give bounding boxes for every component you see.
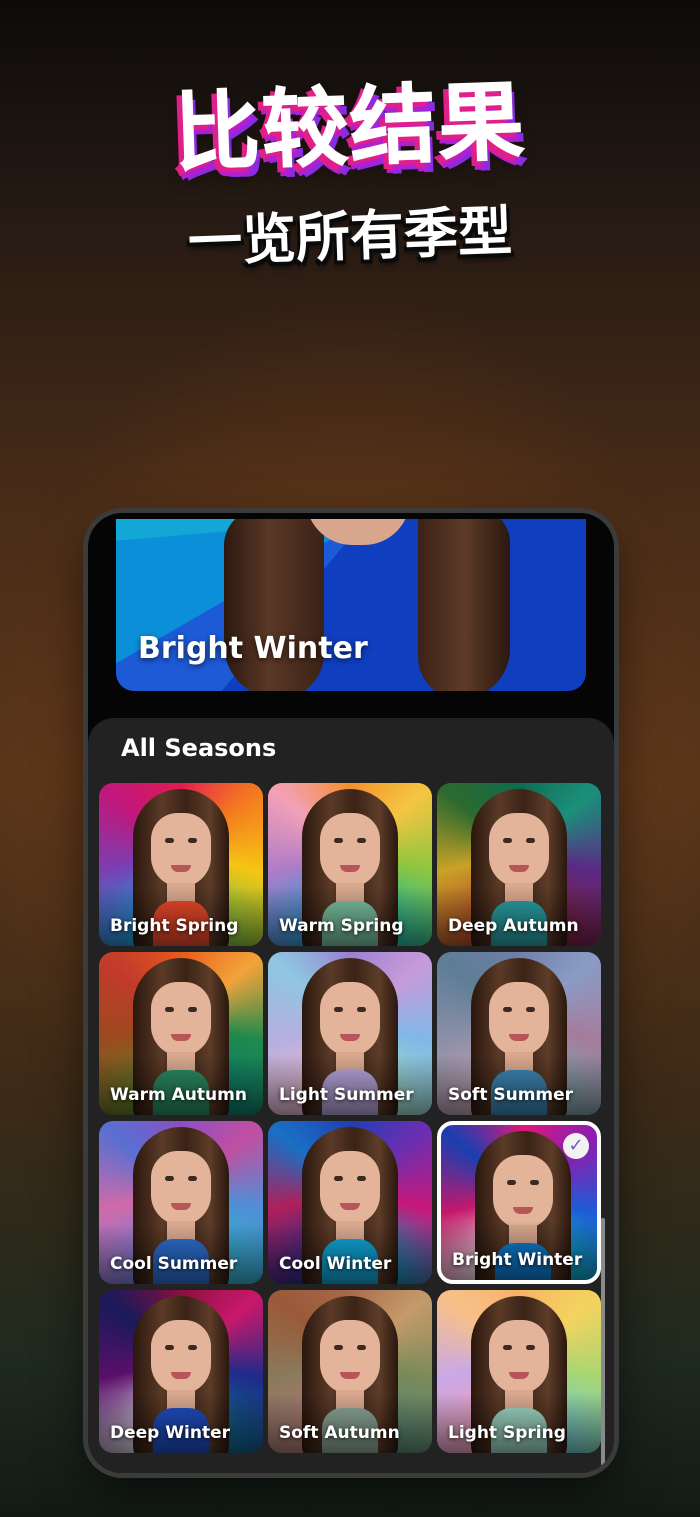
- season-tile-label: Light Spring: [448, 1423, 566, 1443]
- season-tile-label: Light Summer: [279, 1085, 414, 1105]
- season-tile[interactable]: Soft Autumn: [268, 1290, 432, 1453]
- promo-headline: 比较结果: [172, 71, 528, 185]
- season-face: [320, 982, 380, 1056]
- all-seasons-sheet: All Seasons Bright Spring Warm Spring Deep…: [88, 718, 614, 1473]
- eye-left: [503, 838, 512, 843]
- eye-left: [334, 838, 343, 843]
- eye-right: [188, 1345, 197, 1350]
- season-tile-label: Soft Autumn: [279, 1423, 400, 1443]
- season-face: [151, 1151, 211, 1225]
- season-tile[interactable]: Cool Summer: [99, 1121, 263, 1284]
- eye-left: [503, 1007, 512, 1012]
- eye-right: [188, 1007, 197, 1012]
- season-tile[interactable]: Warm Spring: [268, 783, 432, 946]
- eye-left: [165, 1176, 174, 1181]
- hero-season-label: Bright Winter: [138, 631, 368, 666]
- season-face: [151, 813, 211, 887]
- hero-hair-right: [418, 519, 510, 691]
- checkmark-icon: ✓: [563, 1133, 589, 1159]
- phone-frame: Bright Winter All Seasons Bright Spring W…: [88, 513, 614, 1473]
- season-face: [320, 1320, 380, 1394]
- season-tile[interactable]: Cool Winter: [268, 1121, 432, 1284]
- sheet-title: All Seasons: [121, 734, 277, 762]
- season-tile[interactable]: Deep Autumn: [437, 783, 601, 946]
- eye-right: [530, 1180, 539, 1185]
- season-tile-label: Cool Winter: [279, 1254, 392, 1274]
- season-tile-label: Soft Summer: [448, 1085, 574, 1105]
- season-tile-label: Cool Summer: [110, 1254, 238, 1274]
- season-face: [320, 813, 380, 887]
- season-tile-label: Deep Autumn: [448, 916, 579, 936]
- season-face: [489, 1320, 549, 1394]
- eye-right: [357, 1176, 366, 1181]
- scrollbar[interactable]: [601, 1218, 605, 1466]
- season-tile[interactable]: Warm Autumn: [99, 952, 263, 1115]
- season-tile-label: Warm Autumn: [110, 1085, 247, 1105]
- eye-right: [357, 838, 366, 843]
- eye-left: [165, 1345, 174, 1350]
- season-face: [493, 1155, 553, 1229]
- eye-right: [526, 1007, 535, 1012]
- season-tile-label: Warm Spring: [279, 916, 404, 936]
- eye-right: [188, 838, 197, 843]
- season-tile-label: Bright Spring: [110, 916, 239, 936]
- eye-right: [357, 1345, 366, 1350]
- season-tile[interactable]: Deep Winter: [99, 1290, 263, 1453]
- season-tile[interactable]: Bright Spring: [99, 783, 263, 946]
- season-face: [489, 813, 549, 887]
- season-tile[interactable]: Light Spring: [437, 1290, 601, 1453]
- season-face: [320, 1151, 380, 1225]
- eye-left: [334, 1176, 343, 1181]
- season-face: [489, 982, 549, 1056]
- eye-left: [507, 1180, 516, 1185]
- eye-right: [188, 1176, 197, 1181]
- eye-right: [526, 1345, 535, 1350]
- season-tile-label: Bright Winter: [452, 1250, 583, 1270]
- eye-left: [165, 838, 174, 843]
- season-tile[interactable]: Bright Winter ✓: [437, 1121, 601, 1284]
- eye-right: [526, 838, 535, 843]
- season-tile-label: Deep Winter: [110, 1423, 230, 1443]
- season-tile[interactable]: Soft Summer: [437, 952, 601, 1115]
- result-hero-image: Bright Winter: [116, 519, 586, 691]
- eye-left: [503, 1345, 512, 1350]
- season-face: [151, 982, 211, 1056]
- eye-left: [334, 1345, 343, 1350]
- eye-left: [165, 1007, 174, 1012]
- eye-left: [334, 1007, 343, 1012]
- eye-right: [357, 1007, 366, 1012]
- season-tile[interactable]: Light Summer: [268, 952, 432, 1115]
- season-face: [151, 1320, 211, 1394]
- promo-subline: 一览所有季型: [186, 199, 513, 274]
